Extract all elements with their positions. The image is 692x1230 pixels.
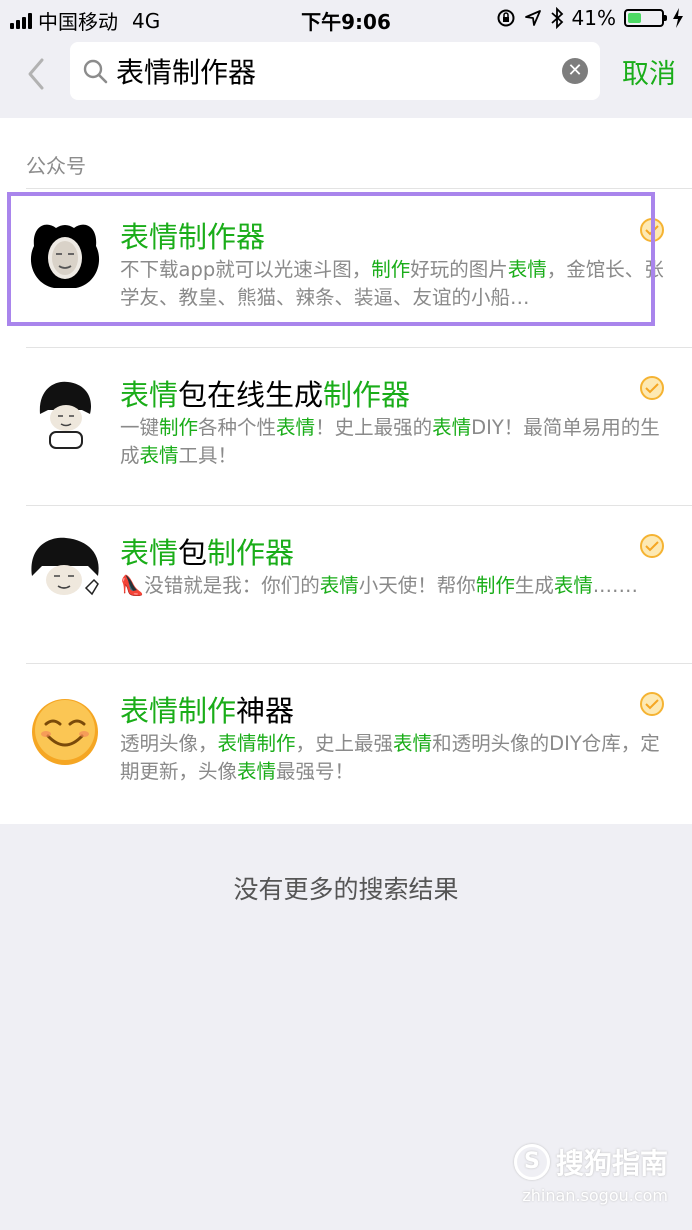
result-description: 不下载app就可以光速斗图，制作好玩的图片表情，金馆长、张学友、教皇、熊猫、辣条… <box>120 256 668 312</box>
avatar <box>26 374 104 452</box>
search-icon <box>83 59 108 84</box>
search-field[interactable]: ✕ <box>70 42 600 100</box>
result-title: 表情制作神器 <box>120 688 294 730</box>
desc-segment: 制作 <box>371 258 411 281</box>
desc-segment: 制作 <box>159 416 199 439</box>
verified-icon <box>640 534 664 558</box>
title-segment: 表情制作 <box>120 694 237 728</box>
verified-icon <box>640 376 664 400</box>
location-icon <box>524 10 541 26</box>
status-bar: 中国移动 4G 下午9:06 41% <box>0 0 692 36</box>
title-segment: 神器 <box>236 694 295 728</box>
desc-segment: ，史上最强 <box>295 732 394 755</box>
desc-segment: 👠没错就是我：你们的 <box>120 574 320 597</box>
desc-segment: 透明头像， <box>120 732 218 755</box>
result-item-0[interactable]: 表情制作器 不下载app就可以光速斗图，制作好玩的图片表情，金馆长、张学友、教皇… <box>0 190 692 348</box>
result-title: 表情包在线生成制作器 <box>120 372 410 414</box>
desc-segment: 表情 <box>507 258 547 281</box>
desc-segment: 表情 <box>432 416 472 439</box>
carrier-name: 中国移动 <box>38 10 118 34</box>
orientation-lock-icon <box>497 9 515 27</box>
verified-icon <box>640 218 664 242</box>
desc-segment: 好玩的图片 <box>410 258 508 281</box>
avatar <box>26 532 104 610</box>
title-segment: 表情制作器 <box>120 220 266 254</box>
battery-icon <box>624 9 667 27</box>
sogou-logo-icon: S <box>513 1144 550 1180</box>
desc-segment: 制作 <box>475 574 515 597</box>
desc-segment: 各种个性 <box>198 416 277 439</box>
clear-icon[interactable]: ✕ <box>562 58 588 84</box>
avatar <box>26 216 104 294</box>
result-item-3[interactable]: 表情制作神器 透明头像，表情制作，史上最强表情和透明头像的DIY仓库，定期更新，… <box>0 664 692 822</box>
charging-icon <box>673 8 683 28</box>
title-segment: 表情 <box>120 378 179 412</box>
no-more-results: 没有更多的搜索结果 <box>233 875 459 904</box>
status-right: 41% <box>496 6 684 30</box>
network-type: 4G <box>132 8 161 33</box>
desc-segment: 表情 <box>393 732 433 755</box>
search-input[interactable] <box>116 52 536 90</box>
battery-percent: 41% <box>571 6 616 30</box>
title-segment: 表情 <box>120 536 179 570</box>
results-panel: 公众号 表情制作器 不下载app就可以光速斗图，制作好玩的图片表情，金馆长、张学… <box>0 118 692 824</box>
desc-segment: 生成 <box>514 574 554 597</box>
desc-segment: 表情 <box>276 416 316 439</box>
back-button[interactable] <box>22 54 52 94</box>
desc-segment: ！史上最强的 <box>315 416 433 439</box>
desc-segment: 表情 <box>139 444 179 467</box>
desc-segment: 表情 <box>237 760 277 783</box>
desc-segment: 不下载app就可以光速斗图， <box>120 258 372 281</box>
section-title: 公众号 <box>26 154 86 178</box>
watermark-url: zhinan.sogou.com <box>522 1186 668 1205</box>
avatar <box>26 690 104 768</box>
desc-segment: 一键 <box>120 416 160 439</box>
cancel-button[interactable]: 取消 <box>622 52 676 91</box>
result-title: 表情制作器 <box>120 214 265 256</box>
result-description: 👠没错就是我：你们的表情小天使！帮你制作生成表情.…… <box>120 572 668 600</box>
watermark-brand: 搜狗指南 <box>555 1147 668 1180</box>
title-segment: 包在线生成 <box>178 378 324 412</box>
desc-segment: .…… <box>592 574 639 597</box>
desc-segment: 表情 <box>553 574 593 597</box>
title-segment: 制作器 <box>207 536 295 570</box>
title-segment: 制作器 <box>323 378 411 412</box>
search-header: ✕ 取消 <box>0 36 692 116</box>
desc-segment: 表情制作 <box>217 732 296 755</box>
signal-strength-icon <box>10 12 32 29</box>
status-left: 中国移动 4G <box>10 6 160 35</box>
desc-segment: 表情 <box>319 574 359 597</box>
title-segment: 包 <box>178 536 208 570</box>
verified-icon <box>640 692 664 716</box>
result-item-1[interactable]: 表情包在线生成制作器 一键制作各种个性表情！史上最强的表情DIY！最简单易用的生… <box>0 348 692 506</box>
desc-segment: 工具！ <box>178 444 238 467</box>
result-description: 一键制作各种个性表情！史上最强的表情DIY！最简单易用的生成表情工具！ <box>120 414 668 470</box>
result-item-2[interactable]: 表情包制作器 👠没错就是我：你们的表情小天使！帮你制作生成表情.…… <box>0 506 692 664</box>
result-title: 表情包制作器 <box>120 530 294 572</box>
bluetooth-icon <box>550 7 563 29</box>
desc-segment: 最强号！ <box>276 760 355 783</box>
chevron-left-icon <box>28 58 44 90</box>
sogou-watermark: S 搜狗指南 <box>513 1142 668 1182</box>
desc-segment: 小天使！帮你 <box>358 574 476 597</box>
divider <box>26 188 692 189</box>
result-description: 透明头像，表情制作，史上最强表情和透明头像的DIY仓库，定期更新，头像表情最强号… <box>120 730 668 786</box>
